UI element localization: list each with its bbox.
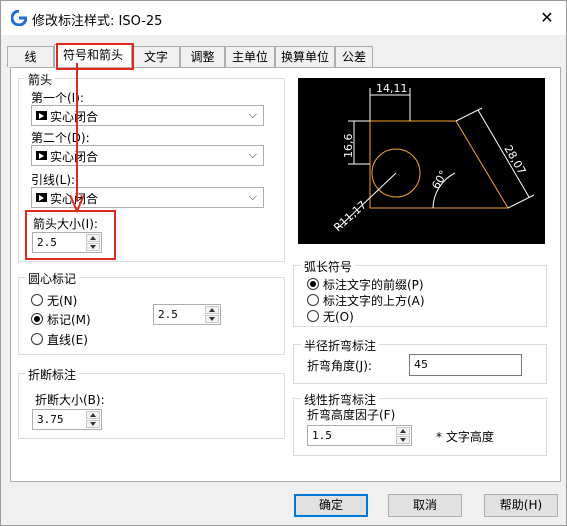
preview-part-outline xyxy=(369,120,509,209)
arrow-swatch-icon xyxy=(36,111,47,120)
spinner-down-icon[interactable] xyxy=(86,420,100,428)
dimension-break-title: 折断标注 xyxy=(25,366,80,383)
center-marks-title: 圆心标记 xyxy=(25,270,80,287)
tab-alternate-units[interactable]: 换算单位 xyxy=(275,46,335,67)
jog-angle-value: 45 xyxy=(414,358,428,371)
radio-selected-icon xyxy=(307,278,319,290)
close-icon[interactable]: ✕ xyxy=(536,7,558,29)
ok-button[interactable]: 确定 xyxy=(294,494,368,517)
arc-length-title: 弧长符号 xyxy=(301,258,356,275)
window-title: 修改标注样式: ISO-25 xyxy=(32,14,163,29)
preview-dim-right: 28,07 xyxy=(501,143,528,177)
preview-dim-angle: 60° xyxy=(429,168,450,191)
jog-factor-value: 1.5 xyxy=(312,429,332,442)
spinner-up-icon[interactable] xyxy=(86,411,100,419)
tab-lines[interactable]: 线 xyxy=(7,46,54,67)
center-mark-size-spinner[interactable]: 2.5 xyxy=(153,304,221,325)
radio-label: 标注文字的前缀(P) xyxy=(323,278,424,292)
radio-label: 标记(M) xyxy=(47,313,91,327)
arrow-swatch-icon xyxy=(36,193,47,202)
title-bar: 修改标注样式: ISO-25 ✕ xyxy=(1,1,566,35)
radio-icon xyxy=(31,333,43,345)
chevron-down-icon: ⌵ xyxy=(248,148,257,161)
radio-label: 标注文字的上方(A) xyxy=(323,294,425,308)
tab-tolerances[interactable]: 公差 xyxy=(335,46,373,67)
preview-drawing: 14,11 16,6 28,07 60° R11,17 xyxy=(331,82,535,234)
second-arrow-select[interactable]: 实心闭合 ⌵ xyxy=(31,145,264,166)
tab-text[interactable]: 文字 xyxy=(132,46,180,67)
cancel-button[interactable]: 取消 xyxy=(388,494,462,517)
tab-label: 线 xyxy=(24,50,37,64)
preview-dim-top: 14,11 xyxy=(376,82,408,95)
dialog-window: 修改标注样式: ISO-25 ✕ 线 符号和箭头 文字 调整 主单位 换算单位 … xyxy=(0,0,567,526)
first-arrow-select[interactable]: 实心闭合 ⌵ xyxy=(31,105,264,126)
chevron-down-icon: ⌵ xyxy=(248,108,257,121)
spinner-up-icon[interactable] xyxy=(205,306,219,314)
break-size-spinner[interactable]: 3.75 xyxy=(32,409,102,430)
radio-label: 无(N) xyxy=(47,294,78,308)
tab-primary-units[interactable]: 主单位 xyxy=(225,46,275,67)
jog-factor-spinner[interactable]: 1.5 xyxy=(307,425,412,446)
break-size-label: 折断大小(B): xyxy=(35,393,105,407)
jog-angle-label: 折弯角度(J): xyxy=(307,359,372,373)
tab-label: 公差 xyxy=(341,50,366,64)
tab-label: 换算单位 xyxy=(280,50,329,64)
jog-factor-label: 折弯高度因子(F) xyxy=(307,408,396,422)
preview-dim-radius: R11,17 xyxy=(331,198,369,234)
arrow-swatch-icon xyxy=(36,151,47,160)
tab-label: 调整 xyxy=(190,50,215,64)
break-size-value: 3.75 xyxy=(37,413,64,426)
arrowheads-title: 箭头 xyxy=(25,71,56,88)
tab-label: 文字 xyxy=(143,50,168,64)
app-logo-icon xyxy=(11,10,27,26)
radio-icon xyxy=(307,294,319,306)
radio-icon xyxy=(31,294,43,306)
annotation-arrow xyxy=(69,63,85,213)
jog-angle-input[interactable]: 45 xyxy=(409,354,522,376)
radio-label: 无(O) xyxy=(323,310,354,324)
help-button[interactable]: 帮助(H) xyxy=(484,494,558,517)
radio-icon xyxy=(307,310,319,322)
tab-label: 主单位 xyxy=(231,50,268,64)
spinner-buttons xyxy=(396,427,410,444)
spinner-down-icon[interactable] xyxy=(205,315,219,323)
leader-arrow-select[interactable]: 实心闭合 ⌵ xyxy=(31,187,264,208)
radio-label: 直线(E) xyxy=(47,333,88,347)
spinner-up-icon[interactable] xyxy=(396,427,410,435)
radio-selected-icon xyxy=(31,313,43,325)
dimension-preview: 14,11 16,6 28,07 60° R11,17 xyxy=(298,78,545,244)
center-mark-size-value: 2.5 xyxy=(158,308,178,321)
text-height-suffix: * 文字高度 xyxy=(436,430,494,444)
preview-dim-left: 16,6 xyxy=(342,134,355,159)
highlight-arrow-size-box xyxy=(25,210,116,260)
chevron-down-icon: ⌵ xyxy=(248,190,257,203)
tab-fit[interactable]: 调整 xyxy=(180,46,225,67)
radius-jog-title: 半径折弯标注 xyxy=(301,337,380,354)
spinner-buttons xyxy=(86,411,100,428)
spinner-buttons xyxy=(205,306,219,323)
spinner-down-icon[interactable] xyxy=(396,436,410,444)
